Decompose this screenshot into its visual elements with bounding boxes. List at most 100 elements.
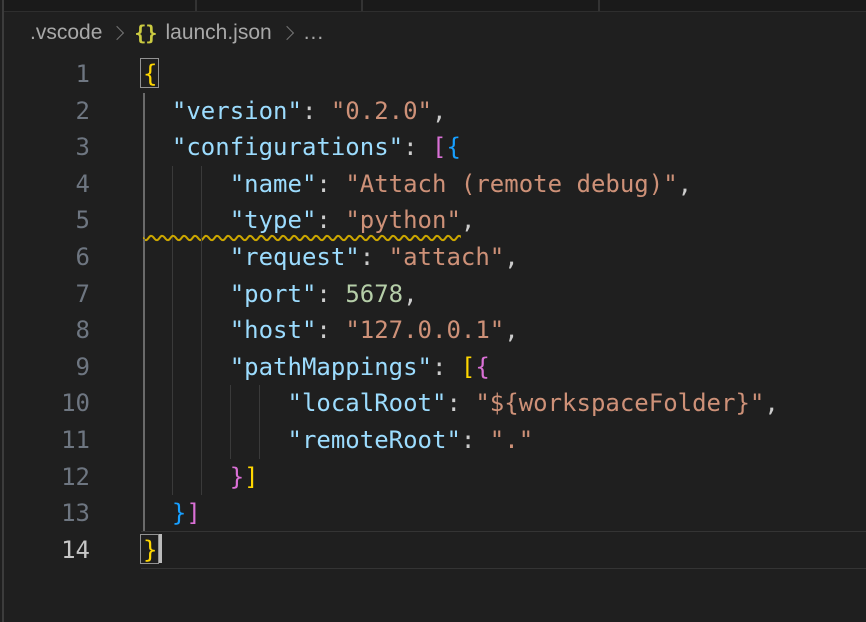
code-line[interactable]: 5 "type": "python", "type": "python"	[0, 202, 866, 239]
code-token: "configurations"	[172, 133, 403, 161]
code-line-content[interactable]: "port": 5678,	[143, 276, 418, 313]
text-cursor	[159, 534, 162, 563]
code-line-content[interactable]: "pathMappings": [{	[143, 349, 490, 386]
chevron-right-icon	[280, 26, 294, 40]
code-line[interactable]: 10 "localRoot": "${workspaceFolder}",	[0, 385, 866, 422]
tab-strip	[3, 0, 866, 12]
code-token: :	[316, 170, 330, 198]
tab-separator	[361, 0, 363, 11]
code-token	[461, 389, 475, 417]
code-line-content[interactable]: }]	[143, 459, 259, 496]
code-line-content[interactable]: "version": "0.2.0",	[143, 93, 446, 130]
code-token: "request"	[230, 243, 360, 271]
code-token: {	[475, 353, 489, 381]
code-line[interactable]: 1{	[0, 56, 866, 93]
code-token: ,	[504, 316, 518, 344]
code-token: "pathMappings"	[230, 353, 432, 381]
line-number[interactable]: 12	[0, 459, 90, 496]
code-token: "type"	[230, 206, 317, 234]
matched-bracket: {	[143, 60, 157, 88]
code-token: ,	[678, 170, 692, 198]
code-token: "attach"	[389, 243, 505, 271]
code-token	[475, 426, 489, 454]
code-line-content[interactable]: }	[143, 532, 162, 569]
code-token: :	[316, 280, 330, 308]
code-line[interactable]: 3 "configurations": [{	[0, 129, 866, 166]
code-token	[331, 280, 345, 308]
code-token: "name"	[230, 170, 317, 198]
line-number[interactable]: 13	[0, 495, 90, 532]
code-token: :	[316, 316, 330, 344]
line-number[interactable]: 1	[0, 56, 90, 93]
code-line[interactable]: 13 }]	[0, 495, 866, 532]
code-token	[143, 280, 230, 308]
code-line-content[interactable]: }]	[143, 495, 201, 532]
code-line[interactable]: 4 "name": "Attach (remote debug)",	[0, 166, 866, 203]
code-token: :	[302, 97, 316, 125]
line-number[interactable]: 10	[0, 385, 90, 422]
code-line[interactable]: 14}	[0, 532, 866, 569]
code-token	[331, 170, 345, 198]
code-token	[143, 463, 230, 491]
code-token: :	[461, 426, 475, 454]
line-number[interactable]: 8	[0, 312, 90, 349]
vscode-editor-window: .vscode {} launch.json ... 1{2 "version"…	[0, 0, 866, 622]
code-token	[143, 389, 288, 417]
code-editor[interactable]: 1{2 "version": "0.2.0",3 "configurations…	[0, 56, 866, 622]
code-token: "remoteRoot"	[288, 426, 461, 454]
line-number[interactable]: 9	[0, 349, 90, 386]
code-line-content[interactable]: "configurations": [{	[143, 129, 461, 166]
matched-bracket: }	[143, 536, 157, 564]
code-token: "${workspaceFolder}"	[475, 389, 764, 417]
code-token	[446, 353, 460, 381]
line-number[interactable]: 11	[0, 422, 90, 459]
code-token: ,	[403, 280, 417, 308]
line-number[interactable]: 6	[0, 239, 90, 276]
code-token: :	[360, 243, 374, 271]
code-token: "Attach (remote debug)"	[345, 170, 677, 198]
code-line[interactable]: 9 "pathMappings": [{	[0, 349, 866, 386]
code-token: [	[461, 353, 475, 381]
code-line[interactable]: 7 "port": 5678,	[0, 276, 866, 313]
code-token: ,	[432, 97, 446, 125]
code-token	[143, 353, 230, 381]
line-number[interactable]: 4	[0, 166, 90, 203]
code-token: "host"	[230, 316, 317, 344]
breadcrumb-symbol-ellipsis[interactable]: ...	[304, 21, 325, 45]
chevron-right-icon	[110, 26, 124, 40]
code-token	[143, 133, 172, 161]
code-token: }	[172, 499, 186, 527]
code-token	[143, 316, 230, 344]
code-token: ]	[244, 463, 258, 491]
code-token: 5678	[345, 280, 403, 308]
code-line-content[interactable]: "localRoot": "${workspaceFolder}",	[143, 385, 779, 422]
line-number[interactable]: 3	[0, 129, 90, 166]
code-token	[374, 243, 388, 271]
line-number[interactable]: 2	[0, 93, 90, 130]
breadcrumb-folder[interactable]: .vscode	[30, 21, 102, 45]
code-line-content[interactable]: "host": "127.0.0.1",	[143, 312, 519, 349]
code-line[interactable]: 12 }]	[0, 459, 866, 496]
line-number[interactable]: 14	[0, 532, 90, 569]
code-line-content[interactable]: "request": "attach",	[143, 239, 519, 276]
code-line-content[interactable]: {	[143, 56, 157, 93]
line-number[interactable]: 7	[0, 276, 90, 313]
code-line[interactable]: 11 "remoteRoot": "."	[0, 422, 866, 459]
code-token: :	[403, 133, 417, 161]
breadcrumb-file[interactable]: launch.json	[165, 21, 271, 45]
line-number[interactable]: 5	[0, 202, 90, 239]
code-line[interactable]: 8 "host": "127.0.0.1",	[0, 312, 866, 349]
code-line[interactable]: 6 "request": "attach",	[0, 239, 866, 276]
code-token: :	[316, 206, 330, 234]
code-token	[331, 316, 345, 344]
code-token	[143, 243, 230, 271]
code-line-content[interactable]: "type": "python", "type": "python"	[143, 202, 475, 239]
code-token: ,	[461, 206, 475, 234]
code-token	[316, 97, 330, 125]
code-line-content[interactable]: "name": "Attach (remote debug)",	[143, 166, 692, 203]
breadcrumb: .vscode {} launch.json ...	[3, 12, 866, 54]
code-token: :	[432, 353, 446, 381]
code-line[interactable]: 2 "version": "0.2.0",	[0, 93, 866, 130]
code-line-content[interactable]: "remoteRoot": "."	[143, 422, 533, 459]
json-file-icon: {}	[134, 21, 156, 45]
